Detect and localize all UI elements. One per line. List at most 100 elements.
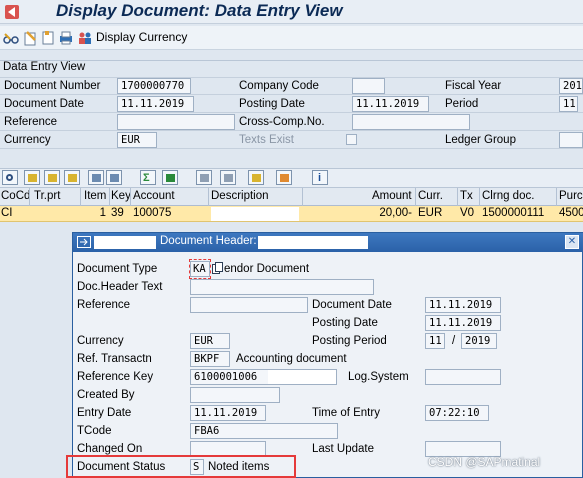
period-field[interactable]: 11	[559, 96, 578, 112]
print-preview-icon[interactable]	[196, 170, 212, 185]
sort-descending-icon[interactable]	[44, 170, 60, 185]
window-icon	[77, 236, 91, 248]
col-header-item[interactable]: Item	[84, 190, 106, 202]
document-icon[interactable]	[40, 30, 56, 46]
cell-tx: V0	[460, 207, 475, 219]
edit-icon[interactable]	[22, 30, 38, 46]
col-header-cocd[interactable]: CoCd	[1, 190, 30, 202]
col-header-clrng[interactable]: Clrng doc.	[482, 190, 534, 202]
currency-label: Currency	[4, 134, 51, 146]
tcode-label: TCode	[77, 425, 112, 437]
value-help-icon[interactable]	[212, 262, 223, 274]
doc-header-text-label: Doc.Header Text	[77, 281, 163, 293]
fiscal-year-field[interactable]: 201	[559, 78, 583, 94]
cell-amount: 20,00-	[379, 207, 412, 219]
cross-comp-label: Cross-Comp.No.	[239, 116, 325, 128]
texts-exist-checkbox[interactable]	[346, 134, 357, 145]
time-of-entry-field[interactable]: 07:22:10	[425, 405, 489, 421]
find-next-icon[interactable]	[106, 170, 122, 185]
info-icon[interactable]: i	[312, 170, 328, 185]
row-divider	[0, 112, 583, 113]
posting-date-label: Posting Date	[239, 98, 305, 110]
column-separator	[479, 188, 480, 206]
log-system-field[interactable]	[425, 369, 501, 385]
reference-field[interactable]	[117, 114, 235, 130]
ref-transactn-field[interactable]: BKPF	[190, 351, 230, 367]
sort-ascending-icon[interactable]	[24, 170, 40, 185]
column-separator	[457, 188, 458, 206]
back-arrow-icon[interactable]	[4, 4, 20, 20]
col-header-key[interactable]: Key	[111, 190, 131, 202]
column-separator	[302, 188, 303, 206]
popup-reference-field[interactable]	[190, 297, 308, 313]
find-icon[interactable]	[88, 170, 104, 185]
column-separator	[109, 188, 110, 206]
ledger-group-field[interactable]	[559, 132, 583, 148]
watermark: CSDN @SAPmatinal	[428, 455, 541, 469]
entry-date-field[interactable]: 11.11.2019	[190, 405, 266, 421]
popup-currency-field[interactable]: EUR	[190, 333, 230, 349]
popup-document-date-field[interactable]: 11.11.2019	[425, 297, 501, 313]
sum-icon[interactable]: Σ	[140, 170, 156, 185]
people-icon[interactable]	[77, 30, 93, 46]
row-divider	[0, 130, 583, 131]
cell-clrng: 1500000111	[482, 207, 545, 219]
ref-transactn-label: Ref. Transactn	[77, 353, 152, 365]
print-icon[interactable]	[58, 30, 74, 46]
col-header-account[interactable]: Account	[133, 190, 175, 202]
posting-period-month-field[interactable]: 11	[425, 333, 445, 349]
ledger-group-label: Ledger Group	[445, 134, 516, 146]
glasses-icon[interactable]	[3, 30, 19, 46]
document-type-description: endor Document	[224, 263, 310, 275]
filter-icon[interactable]	[64, 170, 80, 185]
col-header-amount[interactable]: Amount	[372, 190, 412, 202]
views-icon[interactable]	[220, 170, 236, 185]
currency-field[interactable]: EUR	[117, 132, 157, 148]
period-label: Period	[445, 98, 479, 110]
close-icon[interactable]: ✕	[565, 235, 579, 249]
col-header-trprt[interactable]: Tr.prt	[34, 190, 60, 202]
subtotal-icon[interactable]	[162, 170, 178, 185]
created-by-label: Created By	[77, 389, 135, 401]
last-update-label: Last Update	[312, 443, 375, 455]
log-system-label: Log.System	[348, 371, 409, 383]
column-separator	[130, 188, 131, 206]
tcode-field[interactable]: FBA6	[190, 423, 338, 439]
cell-purc: 4500	[559, 207, 583, 219]
cell-cocd: CI	[1, 207, 13, 219]
col-header-purc[interactable]: Purc	[559, 190, 583, 202]
description-redacted	[211, 207, 299, 221]
row-divider	[0, 94, 583, 95]
col-header-description[interactable]: Description	[211, 190, 269, 202]
column-separator	[29, 188, 30, 206]
export-icon[interactable]	[248, 170, 264, 185]
document-date-label: Document Date	[4, 98, 84, 110]
col-header-curr[interactable]: Curr.	[418, 190, 443, 202]
popup-posting-date-field[interactable]: 11.11.2019	[425, 315, 501, 331]
doc-header-text-field[interactable]	[190, 279, 374, 295]
column-separator	[415, 188, 416, 206]
company-code-field[interactable]	[352, 78, 385, 94]
section-header	[0, 60, 583, 76]
col-header-tx[interactable]: Tx	[460, 190, 473, 202]
redacted-block	[268, 370, 336, 384]
posting-period-year-field[interactable]: 2019	[461, 333, 497, 349]
row-divider	[0, 77, 583, 78]
posting-date-field[interactable]: 11.11.2019	[352, 96, 429, 112]
page-title: Display Document: Data Entry View	[56, 1, 343, 20]
reference-key-label: Reference Key	[77, 371, 154, 383]
cross-comp-field[interactable]	[352, 114, 470, 130]
cell-item: 1	[99, 207, 106, 219]
details-icon[interactable]	[2, 170, 18, 185]
popup-document-date-label: Document Date	[312, 299, 392, 311]
layout-icon[interactable]	[276, 170, 292, 185]
focus-marker	[189, 259, 211, 279]
created-by-field[interactable]	[190, 387, 280, 403]
document-number-field[interactable]: 1700000770	[117, 78, 191, 94]
document-date-field[interactable]: 11.11.2019	[117, 96, 194, 112]
display-currency-button[interactable]: Display Currency	[96, 30, 187, 44]
document-type-label: Document Type	[77, 263, 158, 275]
posting-period-label: Posting Period	[312, 335, 387, 347]
entry-date-label: Entry Date	[77, 407, 132, 419]
time-of-entry-label: Time of Entry	[312, 407, 380, 419]
